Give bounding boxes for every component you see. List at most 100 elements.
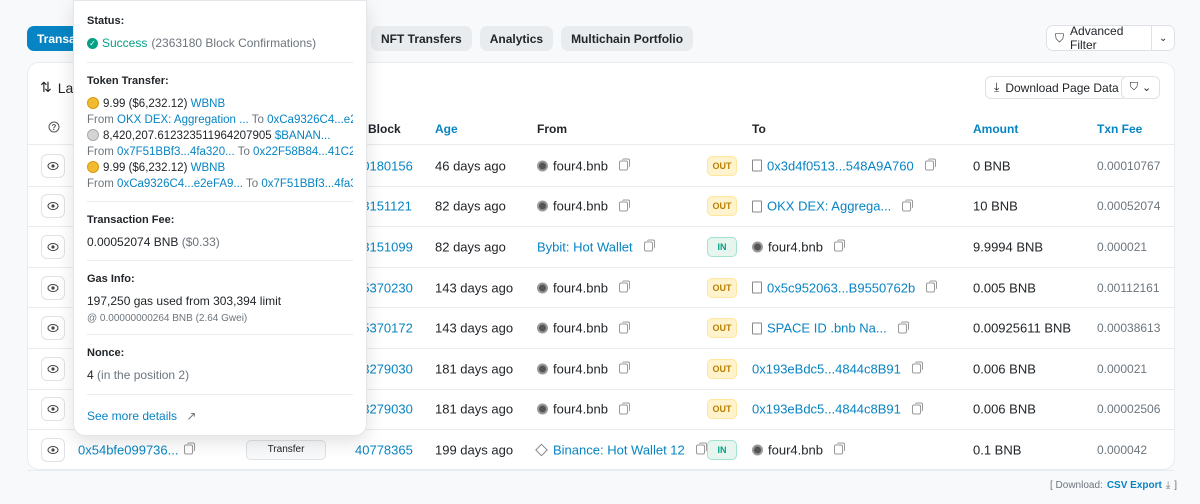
token-to-link[interactable]: 0x22F58B84...41C223... [253,146,353,158]
copy-icon[interactable] [618,158,630,171]
see-more-details-link[interactable]: See more details ↗ [87,409,353,423]
from-address: four4.bnb [537,280,630,295]
contract-icon [752,159,762,172]
token-transfer-amount-line: 9.99 ($6,232.12) WBNB [87,160,353,176]
txn-fee-value: 0.000021 [1097,361,1148,376]
download-label: Download Page Data [1005,80,1119,95]
view-details-eye-icon[interactable] [41,234,65,259]
direction-badge: OUT [707,277,737,298]
to-address-text[interactable]: 0x193eBdc5...4844c8B91 [752,361,901,376]
token-to-link[interactable]: 0x7F51BBf3...4fa320... [261,178,353,190]
token-amount: 9.99 ($6,232.12) [103,162,188,174]
copy-icon[interactable] [833,442,845,455]
download-icon: ⤓ [1165,480,1171,491]
copy-icon[interactable] [926,280,938,293]
to-address: OKX DEX: Aggrega... [752,199,914,214]
txn-hash-link[interactable]: 0x54bfe099736... [78,442,196,457]
token-from-link[interactable]: OKX DEX: Aggregation ... [117,114,249,126]
copy-icon[interactable] [184,442,196,455]
view-details-eye-icon[interactable] [41,194,65,219]
copy-icon[interactable] [902,199,914,212]
token-transfer-route-line: From 0x7F51BBf3...4fa320... To 0x22F58B8… [87,144,353,160]
view-details-eye-icon[interactable] [41,153,65,178]
from-address: four4.bnb [537,321,630,336]
copy-icon[interactable] [695,442,707,455]
to-address-text[interactable]: 0x3d4f0513...548A9A760 [767,158,914,173]
to-address-text[interactable]: four4.bnb [768,239,823,254]
ens-logo-icon [537,160,548,172]
copy-icon[interactable] [833,239,845,252]
age-value: 46 days ago [435,158,506,174]
copy-icon[interactable] [643,239,655,252]
copy-icon[interactable] [924,158,936,171]
to-address-text[interactable]: SPACE ID .bnb Na... [767,321,887,336]
txn-hash[interactable]: 0x54bfe099736... [78,442,178,457]
ens-logo-icon [752,444,763,456]
filter-dropdown-button[interactable]: ⛉ ⌄ [1121,76,1160,99]
view-details-eye-icon[interactable] [41,356,65,381]
amount-value: 0 BNB [973,158,1011,174]
from-address-text[interactable]: four4.bnb [553,321,608,336]
download-text: [ Download: [1050,480,1103,491]
copy-icon[interactable] [618,199,630,212]
column-to: To [752,122,766,136]
transaction-details-popover: Status: ✓ Success (2363180 Block Confirm… [73,0,367,436]
from-address-text[interactable]: four4.bnb [553,402,608,417]
token-to-link[interactable]: 0xCa9326C4...e2eF... [267,114,353,126]
advanced-filter-button[interactable]: ⛉ Advanced Filter ⌄ [1046,24,1175,52]
view-details-eye-icon[interactable] [41,275,65,300]
txn-fee-value: 0.00038613 [1097,321,1161,336]
csv-export-link[interactable]: CSV Export [1107,480,1162,491]
token-name-link[interactable]: $BANAN... [275,130,331,142]
gas-label: Gas Info: [87,273,135,285]
copy-icon[interactable] [897,321,909,334]
from-address-text[interactable]: Binance: Hot Wallet 12 [553,442,685,457]
download-page-data-button[interactable]: ⤓ Download Page Data [985,76,1128,99]
copy-icon[interactable] [618,321,630,334]
view-details-eye-icon[interactable] [41,397,65,422]
block-link[interactable]: 40778365 [355,442,413,457]
ens-logo-icon [537,282,548,294]
to-address-text[interactable]: 0x193eBdc5...4844c8B91 [752,402,901,417]
copy-icon[interactable] [911,402,923,415]
token-name-link[interactable]: WBNB [191,98,226,110]
from-address-text[interactable]: four4.bnb [553,361,608,376]
copy-icon[interactable] [618,280,630,293]
tab-analytics[interactable]: Analytics [479,26,554,51]
view-details-eye-icon[interactable] [41,316,65,341]
to-address-text[interactable]: 0x5c952063...B9550762b [767,280,915,295]
token-transfer-item: 9.99 ($6,232.12) WBNB From 0xCa9326C4...e… [87,160,353,192]
copy-icon[interactable] [618,402,630,415]
copy-icon[interactable] [911,361,923,374]
to-address-text[interactable]: four4.bnb [768,442,823,457]
from-address-text[interactable]: four4.bnb [553,199,608,214]
copy-icon[interactable] [618,361,630,374]
gas-value: 197,250 gas used from 303,394 limit [87,294,282,308]
bracket-close: ] [1174,480,1178,491]
chevron-down-icon[interactable]: ⌄ [1152,33,1174,44]
to-address-text[interactable]: OKX DEX: Aggrega... [767,199,891,214]
tab-nft-transfers[interactable]: NFT Transfers [371,26,472,51]
help-icon[interactable]: ? [48,121,60,136]
token-name-link[interactable]: WBNB [191,162,226,174]
view-details-eye-icon[interactable] [41,437,65,462]
column-amount[interactable]: Amount [973,122,1018,136]
filter-funnel-icon: ⛉ [1055,30,1065,45]
from-address-text[interactable]: Bybit: Hot Wallet [537,239,633,254]
from-address-text[interactable]: four4.bnb [553,158,608,173]
tab-multichain-portfolio[interactable]: Multichain Portfolio [561,26,694,51]
chevron-down-icon: ⌄ [1142,82,1152,94]
from-address-text[interactable]: four4.bnb [553,280,608,295]
age-value: 181 days ago [435,361,514,377]
table-row: 0x54bfe099736... Transfer 40778365 199 days… [28,430,1174,471]
fee-usd: ($0.33) [181,235,220,249]
column-age[interactable]: Age [435,122,458,136]
token-transfer-route-line: From OKX DEX: Aggregation ... To 0xCa932… [87,112,353,128]
sort-icon: ⇅ [40,79,52,95]
token-from-link[interactable]: 0xCa9326C4...e2eFA9... [117,178,243,190]
token-from-link[interactable]: 0x7F51BBf3...4fa320... [117,146,235,158]
direction-badge: OUT [707,196,737,217]
column-txn-fee[interactable]: Txn Fee [1097,122,1142,136]
txn-fee-value: 0.000042 [1097,442,1148,457]
see-more-text[interactable]: See more details [87,409,177,423]
